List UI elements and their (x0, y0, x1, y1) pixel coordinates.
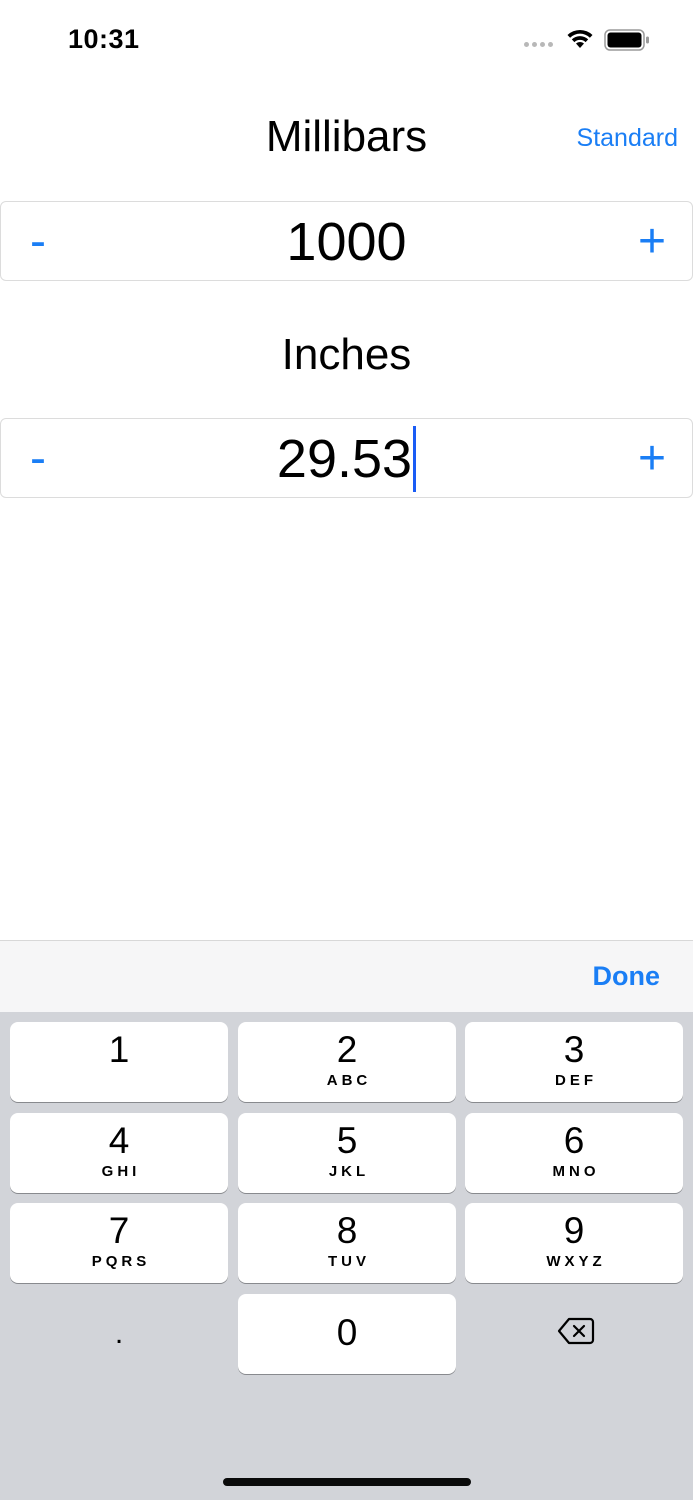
inches-value: 29.53 (276, 429, 413, 489)
key-letters: ABC (326, 1072, 372, 1089)
key-letters: WXYZ (546, 1253, 606, 1270)
inches-title: Inches (281, 330, 412, 379)
key-digit: 5 (336, 1120, 358, 1161)
inches-input[interactable]: 29.53 (81, 419, 612, 499)
millibars-decrement-button[interactable]: - (1, 202, 75, 282)
status-bar: 10:31 (0, 0, 693, 80)
key-digit: 2 (336, 1029, 358, 1070)
wifi-icon (567, 29, 593, 48)
inches-decrement-button[interactable]: - (1, 419, 75, 499)
key-letters: JKL (328, 1163, 370, 1180)
key-letters: PQRS (91, 1253, 151, 1270)
key-digit: 7 (108, 1210, 130, 1251)
key-0[interactable]: 0 (238, 1294, 456, 1374)
key-letters: GHI (101, 1163, 141, 1180)
keyboard-toolbar: Done (0, 940, 693, 1012)
battery-icon (604, 29, 649, 51)
key-digit: 0 (336, 1312, 358, 1353)
cellular-signal-icon (524, 42, 553, 47)
inches-stepper: - 29.53 + (0, 418, 693, 498)
key-8[interactable]: 8 TUV (238, 1203, 456, 1283)
key-digit: 6 (563, 1120, 585, 1161)
key-9[interactable]: 9 WXYZ (465, 1203, 683, 1283)
done-button[interactable]: Done (593, 961, 661, 992)
decimal-key[interactable]: . (10, 1294, 228, 1374)
millibars-stepper: - 1000 + (0, 201, 693, 281)
backspace-icon (557, 1317, 595, 1345)
key-digit: 9 (563, 1210, 585, 1251)
key-5[interactable]: 5 JKL (238, 1113, 456, 1193)
key-letters: MNO (552, 1163, 600, 1180)
key-1[interactable]: 1 (10, 1022, 228, 1102)
key-2[interactable]: 2 ABC (238, 1022, 456, 1102)
key-letters: TUV (328, 1253, 370, 1270)
millibars-increment-button[interactable]: + (612, 202, 692, 282)
key-letters: DEF (555, 1072, 597, 1089)
home-indicator (223, 1478, 471, 1486)
standard-button[interactable]: Standard (577, 124, 678, 153)
numeric-keypad: 1 2 ABC 3 DEF 4 GHI 5 JKL 6 MNO 7 PQRS 8… (0, 1012, 693, 1500)
status-time: 10:31 (68, 24, 140, 54)
key-digit: 4 (108, 1120, 130, 1161)
text-caret (413, 425, 417, 492)
millibars-input[interactable]: 1000 (81, 202, 612, 282)
key-digit: 3 (563, 1029, 585, 1070)
key-digit: 1 (108, 1029, 130, 1070)
inches-increment-button[interactable]: + (612, 419, 692, 499)
key-7[interactable]: 7 PQRS (10, 1203, 228, 1283)
key-3[interactable]: 3 DEF (465, 1022, 683, 1102)
backspace-key[interactable] (465, 1294, 683, 1374)
key-4[interactable]: 4 GHI (10, 1113, 228, 1193)
key-6[interactable]: 6 MNO (465, 1113, 683, 1193)
key-digit: 8 (336, 1210, 358, 1251)
